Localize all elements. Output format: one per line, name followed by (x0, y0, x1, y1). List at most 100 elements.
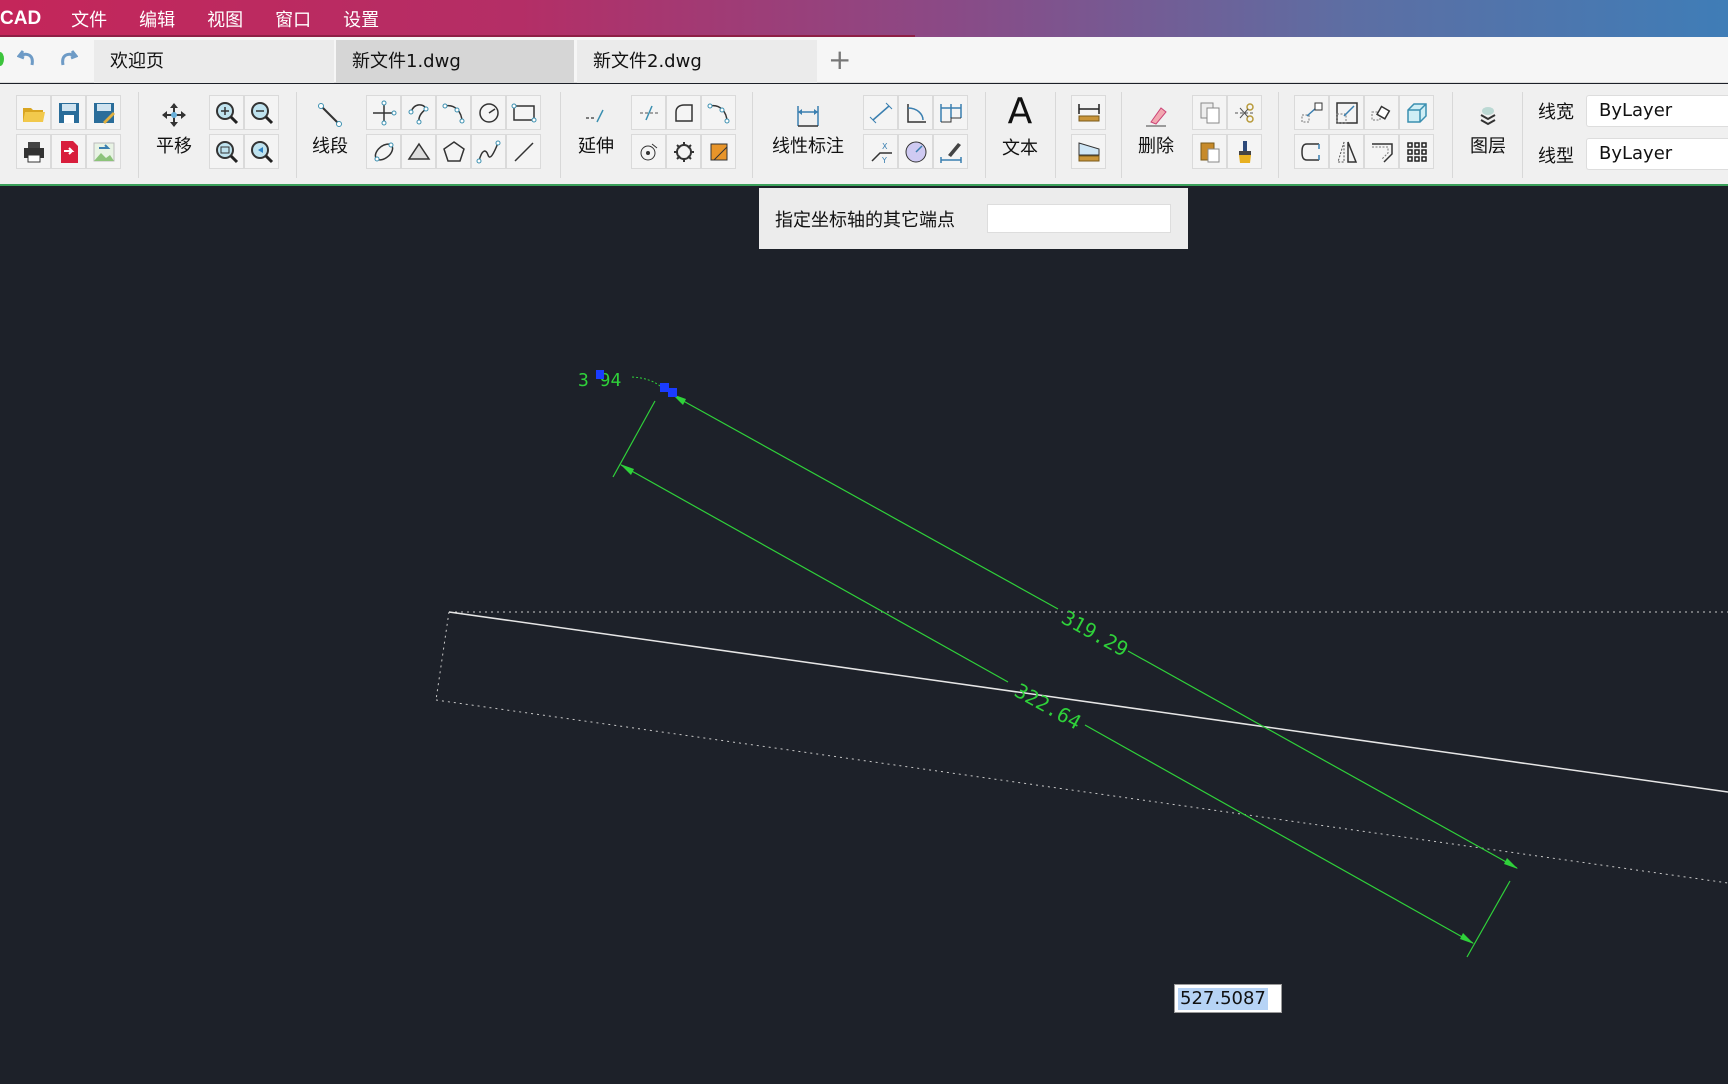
preview-left-edge (435, 611, 450, 701)
measure-distance-button[interactable] (1071, 95, 1106, 130)
paste-button[interactable] (1192, 134, 1227, 169)
gear-scale-icon (673, 141, 694, 162)
redo-button[interactable] (54, 47, 80, 73)
circle-button[interactable] (471, 95, 506, 130)
tab-welcome[interactable]: 欢迎页 (94, 40, 334, 83)
chamfer-button[interactable] (1364, 134, 1399, 169)
redo-icon (61, 50, 79, 66)
dimension-upper-arrow-end (1504, 858, 1518, 869)
ray-button[interactable] (506, 134, 541, 169)
delete-button[interactable]: 删除 (1134, 102, 1178, 158)
zoom-previous-button[interactable] (244, 134, 279, 169)
fillet-button[interactable] (666, 95, 701, 130)
text-label: 文本 (1002, 138, 1038, 159)
status-dot (0, 52, 4, 66)
export-pdf-button[interactable] (51, 134, 86, 169)
separator (1055, 92, 1056, 178)
eraser-icon (1146, 107, 1167, 127)
rectangle-button[interactable] (506, 95, 541, 130)
dimension-brush-icon (939, 142, 962, 163)
spline-button[interactable] (471, 134, 506, 169)
menu-window[interactable]: 窗口 (275, 6, 311, 32)
trim-button[interactable] (631, 95, 666, 130)
zoom-out-button[interactable] (244, 95, 279, 130)
drawing-canvas[interactable]: 319.29 322.64 3 94 527.5087 (0, 188, 1728, 1080)
polygon-button[interactable] (436, 134, 471, 169)
ruler-area-icon (1078, 141, 1099, 161)
add-tab-button[interactable]: + (828, 43, 851, 77)
separator (1278, 92, 1279, 178)
ellipse-button[interactable] (366, 134, 401, 169)
triangle-button[interactable] (401, 134, 436, 169)
radius-dimension-button[interactable] (898, 134, 933, 169)
menu-file[interactable]: 文件 (71, 6, 107, 32)
menu-settings[interactable]: 设置 (343, 6, 379, 32)
array-button[interactable] (1399, 134, 1434, 169)
rotate-icon (640, 143, 657, 160)
separator (296, 92, 297, 178)
pan-button[interactable]: 平移 (152, 102, 196, 158)
undo-icon (16, 50, 34, 66)
tab-file1[interactable]: 新文件1.dwg (336, 40, 574, 83)
chamfer-icon (1371, 142, 1393, 163)
xline-button[interactable] (366, 95, 401, 130)
extend-button[interactable]: 延伸 (572, 102, 620, 158)
folder-open-icon (22, 107, 45, 122)
hatch-icon (710, 143, 727, 160)
print-button[interactable] (16, 134, 51, 169)
arc-3point-button[interactable] (401, 95, 436, 130)
menu-view[interactable]: 视图 (207, 6, 243, 32)
copy-button[interactable] (1192, 95, 1227, 130)
stretch-button[interactable] (1329, 95, 1364, 130)
grip-point[interactable] (660, 383, 669, 392)
match-properties-button[interactable] (1227, 134, 1262, 169)
continue-dimension-button[interactable] (933, 95, 968, 130)
open-button[interactable] (16, 95, 51, 130)
export-image-button[interactable] (86, 134, 121, 169)
line-button[interactable]: 线段 (308, 102, 352, 158)
dimension-lower-arrow-end (1460, 933, 1474, 944)
undo-button[interactable] (15, 47, 41, 73)
layer-button[interactable]: 图层 (1464, 102, 1512, 158)
linetype-select[interactable]: ByLayer (1586, 138, 1728, 170)
grip-point[interactable] (668, 388, 677, 397)
save-button[interactable] (51, 95, 86, 130)
tab-file2[interactable]: 新文件2.dwg (577, 40, 817, 83)
dynamic-input-box[interactable]: 527.5087 (1174, 984, 1282, 1013)
mirror-button[interactable] (1329, 134, 1364, 169)
offset-button[interactable] (1294, 134, 1329, 169)
ordinate-dimension-button[interactable]: XY (863, 134, 898, 169)
pan-label: 平移 (156, 136, 192, 157)
rotate-button[interactable] (631, 134, 666, 169)
save-as-icon (93, 102, 115, 124)
scale-button[interactable] (666, 134, 701, 169)
hatch-button[interactable] (701, 134, 736, 169)
dimension-lower-line-a (620, 464, 1009, 683)
menu-edit[interactable]: 编辑 (139, 6, 175, 32)
arc-button[interactable] (436, 95, 471, 130)
measure-area-button[interactable] (1071, 134, 1106, 169)
text-button[interactable]: A 文本 (998, 94, 1042, 160)
rotate-object-button[interactable] (1364, 95, 1399, 130)
ribbon-toolbar: 平移 线段 延伸 线性标注 XY A 文本 删除 图层 线宽 ByLayer 线… (0, 84, 1728, 186)
zoom-in-button[interactable] (209, 95, 244, 130)
grip-point[interactable] (596, 370, 604, 379)
zoom-previous-icon (250, 140, 273, 163)
separator (752, 92, 753, 178)
3d-box-button[interactable] (1399, 95, 1434, 130)
lineweight-select[interactable]: ByLayer (1586, 95, 1728, 127)
edit-arc-button[interactable] (701, 95, 736, 130)
angular-dimension-button[interactable] (898, 95, 933, 130)
prompt-input[interactable] (987, 204, 1171, 233)
move-button[interactable] (1294, 95, 1329, 130)
aligned-dimension-button[interactable] (863, 95, 898, 130)
dimension-style-button[interactable] (933, 134, 968, 169)
save-as-button[interactable] (86, 95, 121, 130)
extend-icon (586, 109, 604, 123)
zoom-window-button[interactable] (209, 134, 244, 169)
linear-dimension-button[interactable]: 线性标注 (764, 102, 852, 158)
separator (1522, 92, 1523, 178)
cut-button[interactable] (1227, 95, 1262, 130)
arc-curve-icon (442, 103, 464, 123)
extension-line-end (1466, 880, 1511, 958)
